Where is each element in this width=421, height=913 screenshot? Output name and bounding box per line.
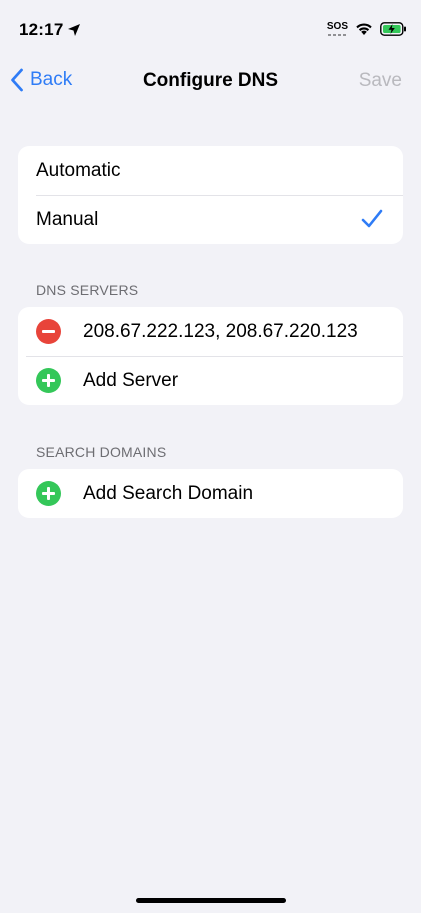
battery-charging-icon xyxy=(380,22,406,36)
search-domains-group: Add Search Domain xyxy=(18,469,403,518)
status-bar: 12:17 SOS xyxy=(0,0,421,56)
add-search-domain-label: Add Search Domain xyxy=(83,482,254,504)
navigation-bar: Back Configure DNS Save xyxy=(0,56,421,106)
dns-servers-group: 208.67.222.123, 208.67.220.123 Add Serve… xyxy=(18,307,403,405)
add-plus-icon[interactable] xyxy=(36,368,61,393)
dns-mode-group: Automatic Manual xyxy=(18,146,403,244)
wifi-icon xyxy=(356,23,372,35)
add-plus-icon[interactable] xyxy=(36,481,61,506)
mode-option-automatic[interactable]: Automatic xyxy=(18,146,403,195)
home-indicator xyxy=(136,898,286,903)
search-domains-header: SEARCH DOMAINS xyxy=(36,444,167,460)
location-arrow-icon xyxy=(68,24,81,36)
sos-indicator: SOS xyxy=(327,22,348,36)
clock-text: 12:17 xyxy=(19,20,64,39)
status-time: 12:17 xyxy=(19,20,81,40)
delete-minus-icon[interactable] xyxy=(36,319,61,344)
sos-text: SOS xyxy=(326,21,348,32)
add-server-row[interactable]: Add Server xyxy=(18,356,403,405)
dns-servers-header: DNS SERVERS xyxy=(36,282,139,298)
row-divider xyxy=(26,356,403,357)
dns-server-value[interactable]: 208.67.222.123, 208.67.220.123 xyxy=(83,321,358,343)
mode-option-label: Automatic xyxy=(36,159,121,181)
dns-server-row[interactable]: 208.67.222.123, 208.67.220.123 xyxy=(18,307,403,356)
add-server-label: Add Server xyxy=(83,369,179,391)
mode-option-manual[interactable]: Manual xyxy=(18,195,403,244)
row-divider xyxy=(36,195,403,196)
save-button[interactable]: Save xyxy=(359,70,402,92)
signal-dots xyxy=(327,34,348,36)
status-indicators: SOS xyxy=(327,22,407,36)
add-search-domain-row[interactable]: Add Search Domain xyxy=(18,469,403,518)
checkmark-icon xyxy=(361,209,383,228)
mode-option-label: Manual xyxy=(36,208,99,230)
